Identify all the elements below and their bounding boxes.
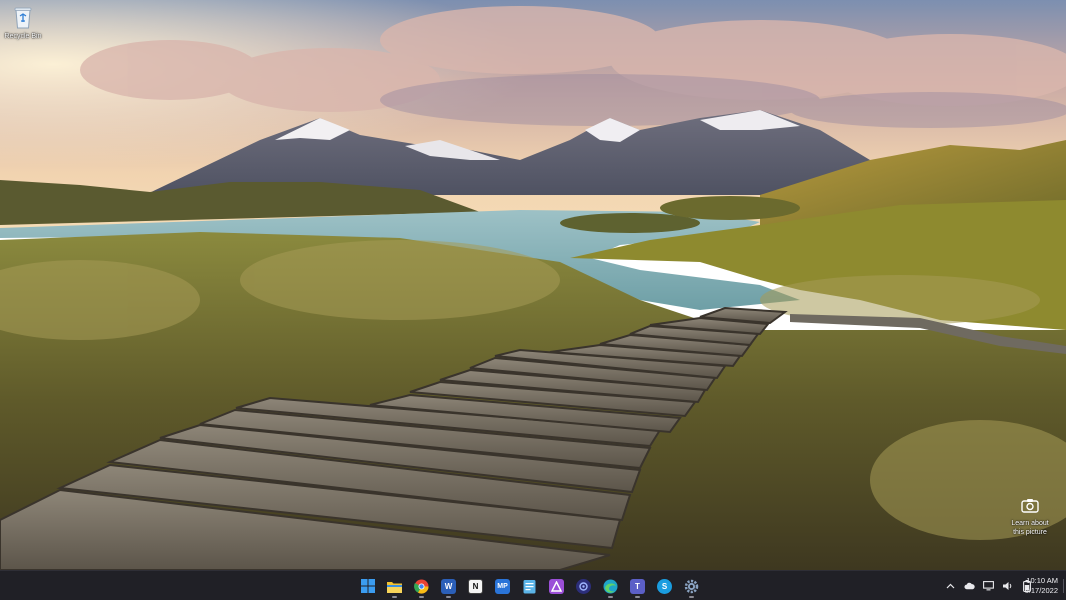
- running-indicator: [689, 596, 694, 598]
- running-indicator: [608, 596, 613, 598]
- taskbar-settings[interactable]: [680, 573, 703, 599]
- gear-icon: [684, 579, 699, 594]
- running-indicator: [635, 596, 640, 598]
- taskbar-apps: W N MP T S: [356, 571, 703, 600]
- recycle-bin-shortcut[interactable]: Recycle Bin: [2, 4, 44, 41]
- skype-icon: S: [657, 578, 672, 594]
- taskbar-chrome[interactable]: [410, 573, 433, 599]
- taskbar-file-explorer[interactable]: [383, 573, 406, 599]
- taskbar-skype[interactable]: S: [653, 573, 676, 599]
- triangle-app-icon: [549, 578, 564, 594]
- notion-icon: N: [468, 578, 483, 594]
- taskbar-purple-app[interactable]: [545, 573, 568, 599]
- clock-time: 10:10 AM: [1026, 576, 1058, 585]
- taskbar-lens-app[interactable]: [572, 573, 595, 599]
- recycle-bin-label: Recycle Bin: [4, 33, 42, 40]
- learn-about-label-1: Learn about: [1011, 520, 1049, 527]
- lens-app-icon: [576, 578, 591, 594]
- taskbar-clock[interactable]: 10:10 AM 6/17/2022: [1025, 576, 1058, 596]
- taskbar-teams[interactable]: T: [626, 573, 649, 599]
- word-icon: W: [441, 578, 456, 594]
- mp-icon: MP: [495, 578, 510, 594]
- taskbar-notepad[interactable]: [518, 573, 541, 599]
- taskbar-word[interactable]: W: [437, 573, 460, 599]
- taskbar-start-button[interactable]: [356, 573, 379, 599]
- taskbar-mp[interactable]: MP: [491, 573, 514, 599]
- desktop-wallpaper: [0, 0, 1066, 570]
- learn-about-picture[interactable]: Learn about this picture: [1002, 497, 1058, 537]
- recycle-bin-icon: [12, 4, 34, 30]
- running-indicator: [419, 596, 424, 598]
- windows-start-icon: [360, 579, 375, 594]
- cloud-icon[interactable]: [964, 581, 975, 592]
- monitor-icon[interactable]: [983, 581, 994, 592]
- chrome-icon: [414, 579, 429, 594]
- running-indicator: [446, 596, 451, 598]
- running-indicator: [392, 596, 397, 598]
- chevron-up-icon[interactable]: [945, 581, 956, 592]
- speaker-icon[interactable]: [1002, 581, 1013, 592]
- show-desktop-edge[interactable]: [1063, 579, 1064, 593]
- learn-about-label-2: this picture: [1013, 529, 1047, 536]
- taskbar-edge[interactable]: [599, 573, 622, 599]
- edge-icon: [603, 579, 618, 594]
- notepad-icon: [522, 579, 537, 594]
- folder-icon: [387, 579, 402, 594]
- system-tray: [945, 571, 1032, 600]
- taskbar: W N MP T S 10:10 AM 6/17/2022: [0, 570, 1066, 600]
- taskbar-notion[interactable]: N: [464, 573, 487, 599]
- teams-icon: T: [630, 578, 645, 594]
- clock-date: 6/17/2022: [1024, 586, 1058, 595]
- camera-icon: [1020, 497, 1040, 515]
